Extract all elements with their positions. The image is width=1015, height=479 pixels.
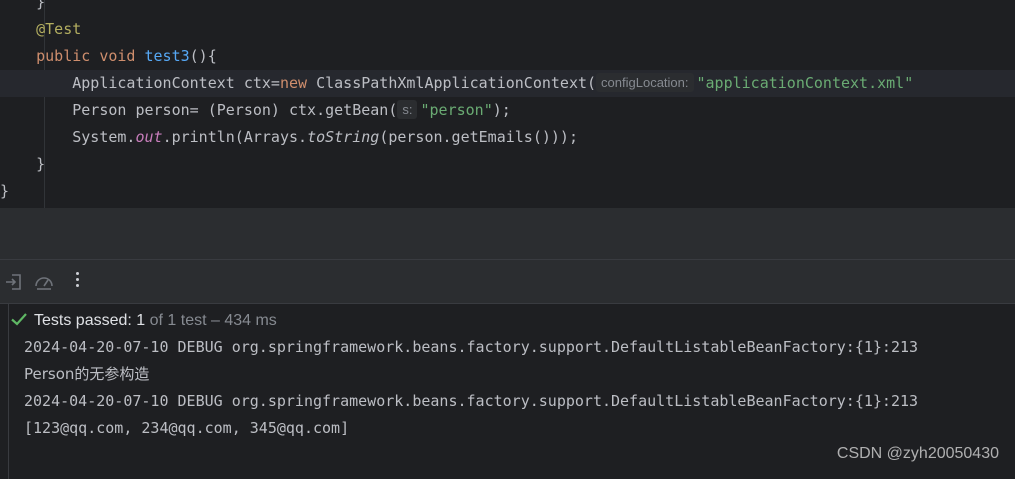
static-method: toString (307, 128, 380, 146)
closing-brace: } (0, 182, 10, 200)
code-text: ); (492, 101, 511, 119)
code-text: (){ (189, 47, 217, 65)
method-name: test3 (144, 47, 190, 65)
console-line: Person的无参构造 (24, 365, 150, 383)
code-line[interactable]: } (0, 0, 1015, 16)
console-line: 2024-04-20-07-10 DEBUG org.springframewo… (24, 338, 919, 356)
import-test-results-icon[interactable] (3, 271, 25, 293)
code-text: System. (72, 128, 136, 146)
test-history-icon[interactable] (33, 271, 55, 293)
console-line: [123@qq.com, 234@qq.com, 345@qq.com] (24, 419, 350, 437)
keyword: public (36, 47, 91, 65)
parameter-hint: s: (397, 100, 418, 119)
code-line[interactable]: } (0, 178, 1015, 205)
closing-brace: } (36, 0, 46, 11)
code-text: Person person= (Person) ctx.getBean( (72, 101, 398, 119)
test-status: Tests passed: 1 of 1 test – 434 ms (10, 308, 277, 334)
code-text: (person.getEmails())); (379, 128, 578, 146)
string-literal: "applicationContext.xml" (696, 74, 914, 92)
closing-brace: } (36, 155, 46, 173)
console-line: 2024-04-20-07-10 DEBUG org.springframewo… (24, 392, 919, 410)
more-options-icon[interactable] (72, 269, 82, 293)
editor-bottom-area (0, 208, 1015, 259)
keyword: void (99, 47, 136, 65)
code-line[interactable]: @Test (0, 16, 1015, 43)
code-text: ClassPathXmlApplicationContext( (307, 74, 597, 92)
test-annotation: @Test (36, 20, 82, 38)
parameter-hint: configLocation: (596, 73, 694, 92)
code-line[interactable]: public void test3(){ (0, 43, 1015, 70)
console-gutter (8, 304, 9, 479)
watermark: CSDN @zyh20050430 (836, 445, 999, 462)
test-toolbar (0, 260, 1015, 303)
code-editor[interactable]: } @Test public void test3(){ Application… (0, 0, 1015, 208)
code-line-current[interactable]: ApplicationContext ctx=new ClassPathXmlA… (0, 70, 1015, 97)
string-literal: "person" (420, 101, 493, 119)
tests-passed-label: Tests passed: 1 (34, 312, 146, 329)
static-field: out (135, 128, 163, 146)
test-duration: of 1 test – 434 ms (145, 312, 277, 329)
code-text: ApplicationContext ctx= (72, 74, 280, 92)
check-icon (11, 313, 27, 326)
code-line[interactable]: } (0, 151, 1015, 178)
code-text: .println(Arrays. (162, 128, 308, 146)
code-line[interactable]: Person person= (Person) ctx.getBean(s: "p… (0, 97, 1015, 124)
code-line[interactable]: System.out.println(Arrays.toString(perso… (0, 124, 1015, 151)
keyword: new (279, 74, 308, 92)
